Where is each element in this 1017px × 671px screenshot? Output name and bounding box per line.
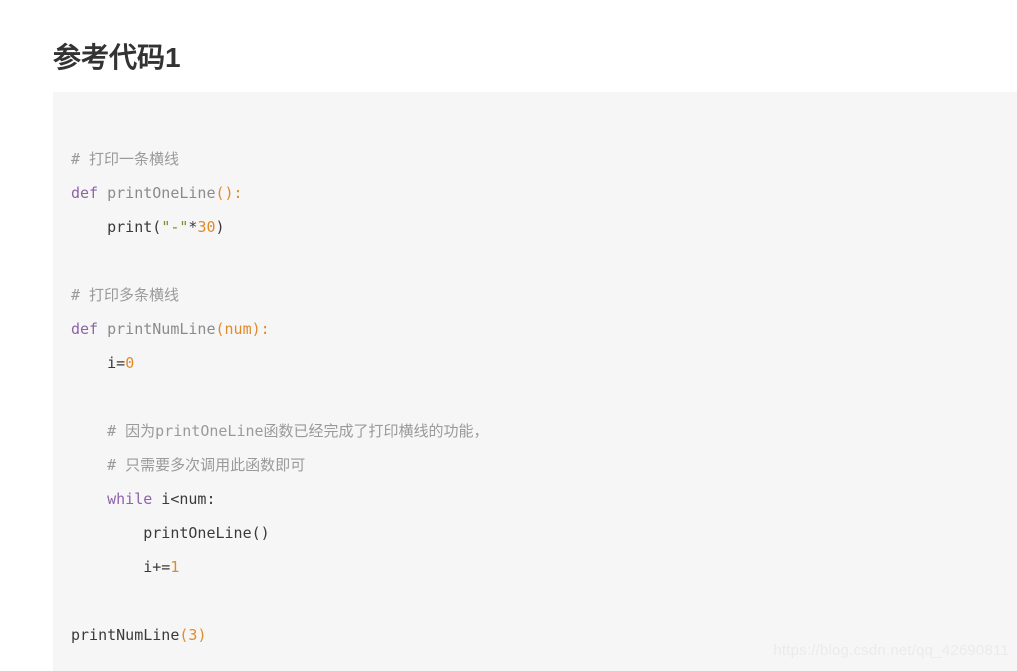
code-token-plain: printNumLine	[71, 626, 180, 644]
code-line: i=0	[71, 346, 1017, 380]
code-token-plain: i+=	[143, 558, 171, 576]
code-token-punct: ():	[215, 184, 243, 202]
code-token-punct: )	[197, 626, 207, 644]
code-line: def printNumLine(num):	[71, 312, 1017, 346]
code-token-plain: )	[215, 218, 225, 236]
code-token-plain: i=	[107, 354, 126, 372]
code-token-plain: printOneLine()	[143, 524, 270, 542]
code-line: # 因为printOneLine函数已经完成了打印横线的功能，	[71, 414, 1017, 448]
code-line: def printOneLine():	[71, 176, 1017, 210]
code-token-comment: # 只需要多次调用此函数即可	[107, 456, 306, 474]
code-line: print("-"*30)	[71, 210, 1017, 244]
code-token-plain: i<num:	[152, 490, 216, 508]
code-token-keyword: def	[71, 320, 99, 338]
code-line: # 打印一条横线	[71, 142, 1017, 176]
code-token-funcname: printOneLine	[107, 184, 216, 202]
code-token-comment: # 打印多条横线	[71, 286, 180, 304]
code-token-plain: print(	[107, 218, 162, 236]
code-line: printOneLine()	[71, 516, 1017, 550]
watermark-url: https://blog.csdn.net/qq_42690811	[773, 642, 1009, 659]
code-token-comment: # 因为printOneLine函数已经完成了打印横线的功能，	[107, 422, 489, 440]
code-line: while i<num:	[71, 482, 1017, 516]
code-token-keyword: while	[107, 490, 153, 508]
code-content: # 打印一条横线 def printOneLine(): print("-"*30…	[53, 92, 1017, 652]
code-token-punct: ):	[251, 320, 270, 338]
code-token-funcname: printNumLine	[107, 320, 216, 338]
code-token-number: 1	[170, 558, 180, 576]
code-line: # 打印多条横线	[71, 278, 1017, 312]
code-token-punct: (	[215, 320, 225, 338]
code-token-number: 0	[125, 354, 135, 372]
code-token-comment: # 打印一条横线	[71, 150, 180, 168]
code-line: # 只需要多次调用此函数即可	[71, 448, 1017, 482]
code-block: # 打印一条横线 def printOneLine(): print("-"*30…	[53, 92, 1017, 671]
code-line: i+=1	[71, 550, 1017, 584]
code-token-number: 30	[197, 218, 216, 236]
code-token-param: num	[224, 320, 252, 338]
code-token-keyword: def	[71, 184, 99, 202]
code-token-string: "-"	[161, 218, 189, 236]
page-title: 参考代码1	[53, 41, 181, 73]
